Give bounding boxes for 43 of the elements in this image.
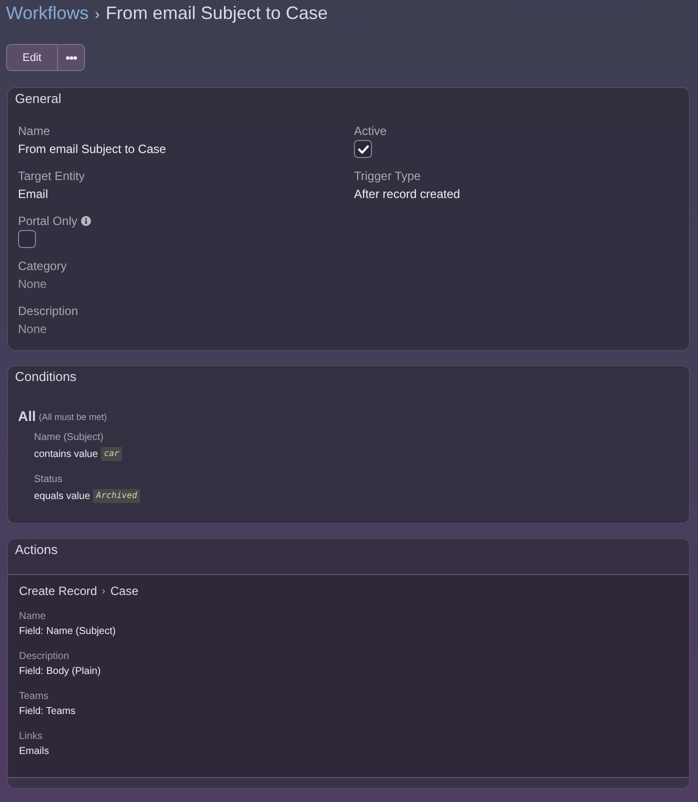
field-label: Links <box>19 730 42 744</box>
checkbox[interactable] <box>354 140 372 158</box>
condition-operator: contains value <box>34 448 98 460</box>
panel-title: General <box>15 91 62 106</box>
field-label: Name <box>19 610 46 624</box>
field-label: Target Entity <box>18 169 85 183</box>
condition-field: Name (Subject) <box>34 430 104 446</box>
field-value: Emails <box>19 745 50 759</box>
page-title: From email Subject to Case <box>106 3 328 23</box>
condition-operator: equals value <box>34 490 90 502</box>
field-label: Trigger Type <box>354 169 421 183</box>
field-value: Field: Name (Subject) <box>19 625 116 639</box>
breadcrumb-link[interactable]: Workflows <box>6 3 89 23</box>
field-label: Description <box>18 304 78 318</box>
field-value: Field: Teams <box>19 705 76 719</box>
field-value: Email <box>18 186 48 203</box>
title-separator: › <box>102 586 106 596</box>
field-label: Portal Only <box>18 214 78 228</box>
field-value: After record created <box>354 186 460 203</box>
group-note: (All must be met) <box>38 412 107 422</box>
action-target: Case <box>110 584 138 598</box>
panel-title: Actions <box>15 542 58 557</box>
field-value: From email Subject to Case <box>18 141 166 158</box>
more-button[interactable] <box>58 44 85 71</box>
checkbox[interactable] <box>18 230 36 248</box>
field-value: Field: Body (Plain) <box>19 665 101 679</box>
panel-title: Conditions <box>15 369 76 384</box>
checkmark-icon <box>358 144 368 154</box>
breadcrumb-separator: › <box>94 6 100 23</box>
field-value: None <box>18 321 47 338</box>
field-label: Name <box>18 124 50 138</box>
action-type: Create Record <box>19 584 98 598</box>
field-value: None <box>18 276 47 293</box>
condition-value: Archived <box>93 489 140 503</box>
group-label: All <box>18 408 36 424</box>
field-label: Description <box>19 650 70 664</box>
field-label: Category <box>18 259 67 273</box>
field-label: Teams <box>19 690 48 704</box>
field-label: Active <box>354 124 387 138</box>
ellipsis-icon <box>66 56 76 60</box>
condition-field: Status <box>34 472 62 488</box>
edit-button[interactable]: Edit <box>6 44 58 71</box>
condition-value: car <box>100 447 122 461</box>
